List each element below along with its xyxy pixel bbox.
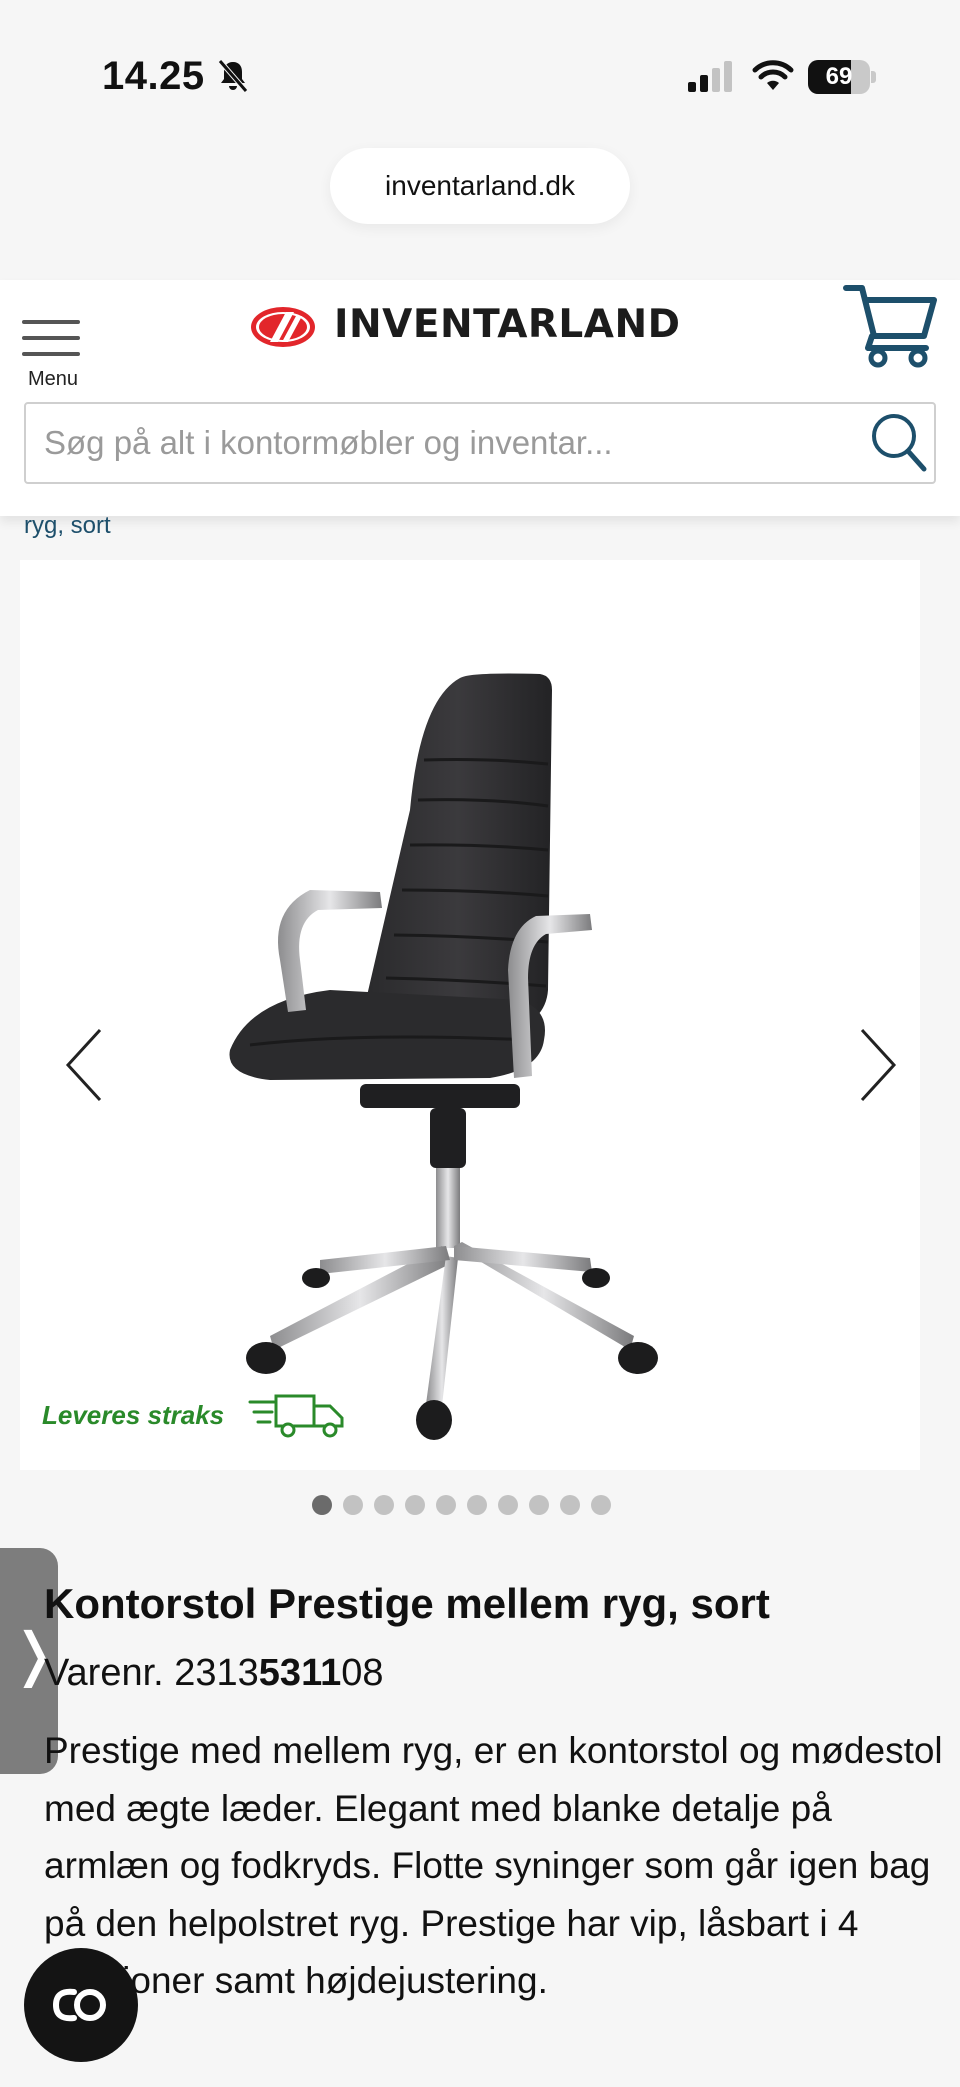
status-bar: 14.25 69 — [0, 0, 960, 150]
delivery-truck-icon — [248, 1394, 344, 1438]
site-header: Menu INVENTARLAND — [0, 280, 960, 516]
logo-text: INVENTARLAND — [334, 302, 681, 347]
sku-suffix: 08 — [341, 1652, 384, 1694]
menu-button[interactable]: Menu — [22, 300, 84, 390]
carousel-dot[interactable] — [560, 1495, 580, 1515]
cellular-signal-icon — [688, 61, 732, 92]
search-box — [24, 402, 936, 484]
carousel-dot[interactable] — [498, 1495, 518, 1515]
site-logo[interactable]: INVENTARLAND — [248, 298, 708, 358]
delivery-badge-label: Leveres straks — [42, 1400, 225, 1430]
delivery-badge: Leveres straks — [42, 1388, 362, 1448]
sku-label: Varenr. 2313 — [44, 1652, 259, 1694]
logo-mark-icon — [251, 307, 315, 347]
previous-image-arrow-icon[interactable] — [60, 1020, 120, 1110]
search-icon[interactable] — [868, 410, 930, 476]
menu-label: Menu — [27, 368, 79, 390]
chat-icon — [52, 1988, 106, 2022]
product-gallery: Leveres straks — [20, 560, 920, 1470]
carousel-dot[interactable] — [405, 1495, 425, 1515]
battery-percent: 69 — [825, 63, 853, 90]
status-time: 14.25 — [102, 54, 205, 98]
carousel-dot[interactable] — [312, 1495, 332, 1515]
search-input[interactable] — [44, 404, 864, 482]
bell-muted-icon — [218, 59, 248, 93]
battery-indicator: 69 — [808, 60, 876, 94]
carousel-dot[interactable] — [436, 1495, 456, 1515]
breadcrumb-current[interactable]: ryg, sort — [24, 512, 111, 540]
product-description: Prestige med mellem ryg, er en kontorsto… — [44, 1730, 943, 2001]
carousel-dot[interactable] — [343, 1495, 363, 1515]
office-chair-image — [229, 673, 658, 1440]
carousel-dot[interactable] — [591, 1495, 611, 1515]
sku-bold: 5311 — [258, 1652, 342, 1694]
product-sku: Varenr. 2313531108 — [44, 1652, 384, 1695]
carousel-dot[interactable] — [529, 1495, 549, 1515]
carousel-dot[interactable] — [374, 1495, 394, 1515]
carousel-dot[interactable] — [467, 1495, 487, 1515]
wifi-icon — [752, 60, 794, 90]
cart-icon[interactable] — [842, 280, 938, 368]
product-title: Kontorstol Prestige mellem ryg, sort — [44, 1580, 770, 1627]
chat-button[interactable] — [24, 1948, 138, 2062]
address-bar[interactable]: inventarland.dk — [330, 148, 630, 224]
next-image-arrow-icon[interactable] — [842, 1020, 902, 1110]
